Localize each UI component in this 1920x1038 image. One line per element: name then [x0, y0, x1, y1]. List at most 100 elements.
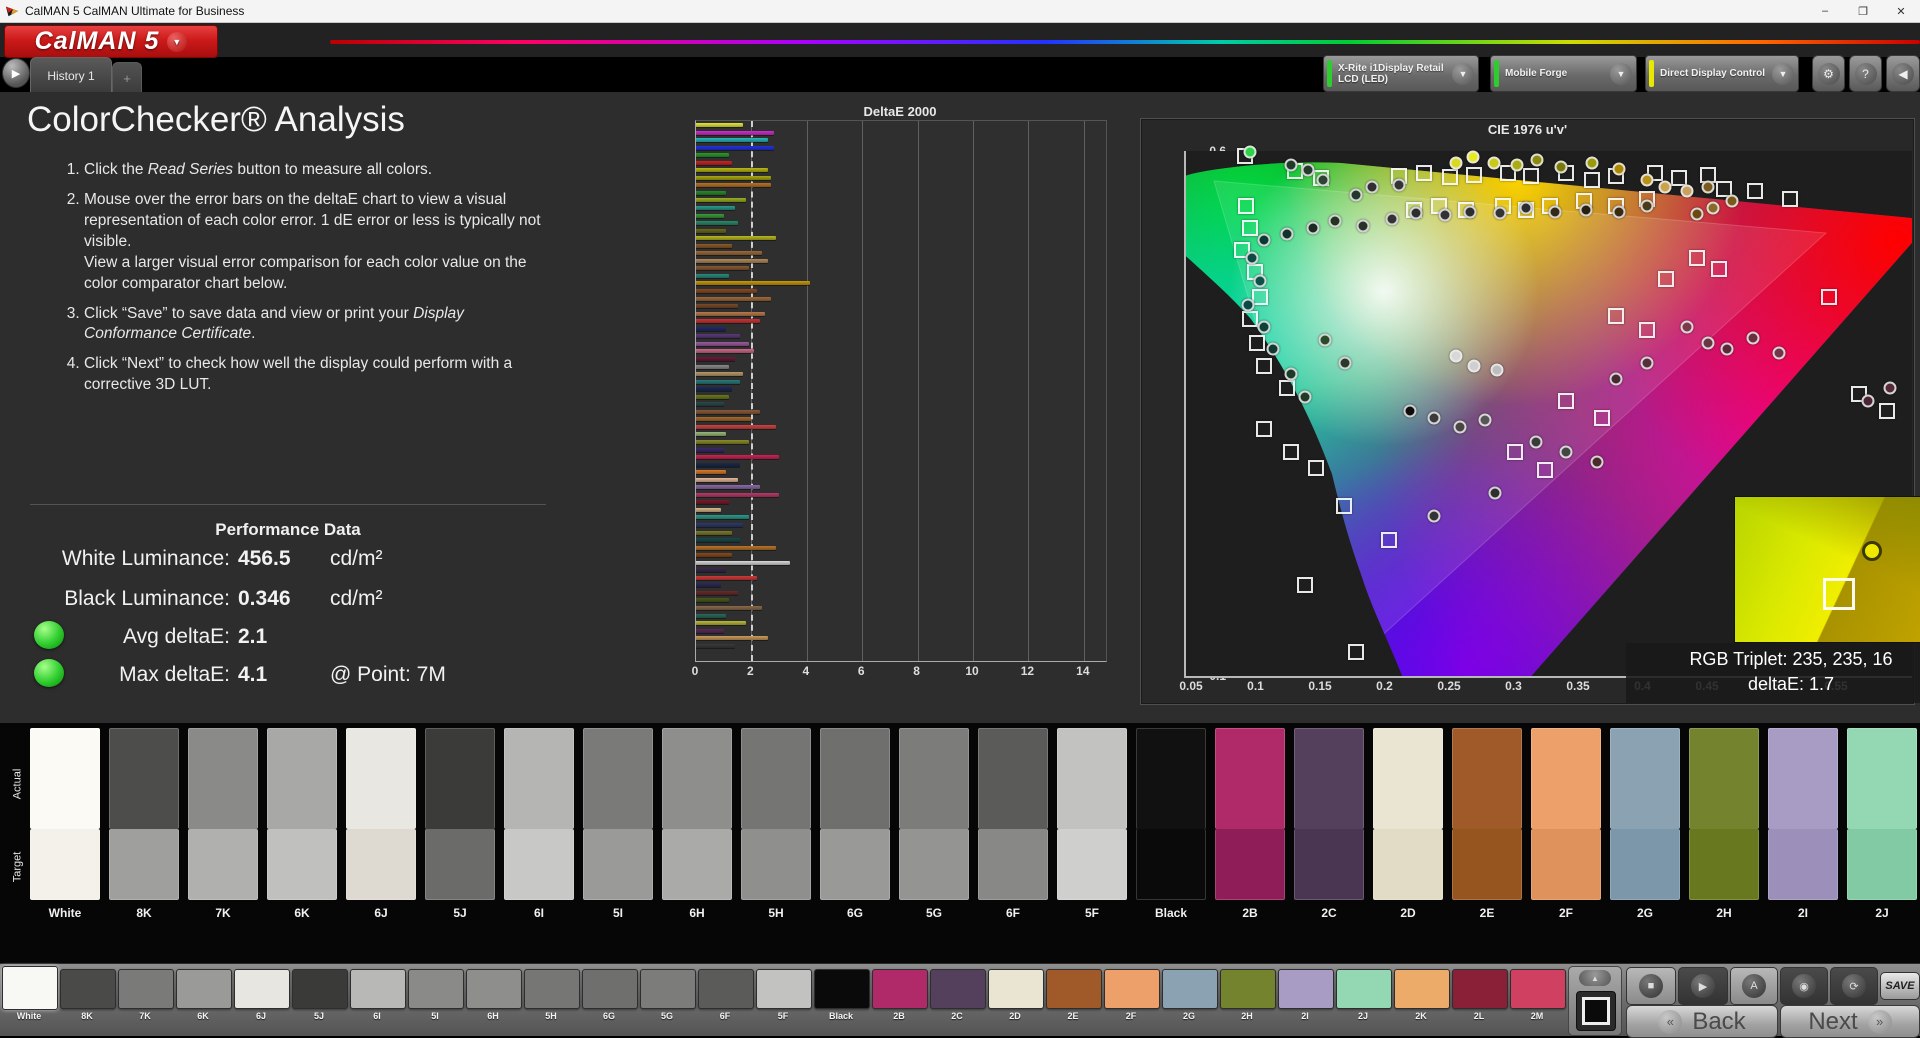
deltae-error-bar[interactable]	[696, 319, 760, 324]
pattern-up-button[interactable]: ▲	[1579, 970, 1611, 986]
deltae-error-bar[interactable]	[696, 606, 763, 610]
deltae-error-bar[interactable]	[696, 636, 769, 641]
deltae-error-bar[interactable]	[696, 356, 735, 361]
deltae-error-bar[interactable]	[696, 387, 732, 392]
deltae-error-bar[interactable]	[696, 530, 732, 535]
deltae-error-bar[interactable]	[696, 417, 752, 422]
deltae-error-bar[interactable]	[696, 289, 757, 294]
patch-button-5J[interactable]	[292, 969, 348, 1009]
deltae-error-bar[interactable]	[696, 273, 730, 278]
deltae-error-bar[interactable]	[696, 258, 769, 263]
save-button[interactable]: SAVE	[1880, 972, 1920, 1000]
deltae-error-bar[interactable]	[696, 492, 780, 497]
patch-button-White[interactable]	[2, 966, 58, 1010]
patch-button-2I[interactable]	[1278, 969, 1334, 1009]
deltae-error-bar[interactable]	[696, 349, 755, 354]
deltae-error-bar[interactable]	[696, 447, 724, 452]
deltae-error-bar[interactable]	[696, 598, 730, 603]
patch-button-2H[interactable]	[1220, 969, 1276, 1009]
back-button[interactable]: « Back	[1626, 1005, 1778, 1038]
deltae-error-bar[interactable]	[696, 522, 744, 527]
deltae-error-bar[interactable]	[696, 168, 769, 173]
patch-button-2D[interactable]	[988, 969, 1044, 1009]
patch-button-6K[interactable]	[176, 969, 232, 1009]
deltae-error-bar[interactable]	[696, 553, 732, 558]
deltae-error-bar[interactable]	[696, 590, 738, 595]
patch-button-2K[interactable]	[1394, 969, 1450, 1009]
deltae-error-bar[interactable]	[696, 326, 727, 331]
deltae-error-bar[interactable]	[696, 243, 732, 248]
deltae-error-bar[interactable]	[696, 213, 724, 218]
deltae-error-bar[interactable]	[696, 568, 727, 573]
deltae-error-bar[interactable]	[696, 439, 749, 444]
deltae-error-bar[interactable]	[696, 153, 730, 158]
deltae-error-bar[interactable]	[696, 424, 777, 429]
deltae-error-bar[interactable]	[696, 190, 727, 195]
patch-button-2F[interactable]	[1104, 969, 1160, 1009]
patch-button-2L[interactable]	[1452, 969, 1508, 1009]
deltae-error-bar[interactable]	[696, 251, 763, 256]
source-dropdown[interactable]: Mobile Forge ▼	[1490, 55, 1637, 92]
deltae-error-bar[interactable]	[696, 130, 774, 135]
deltae-error-bar[interactable]	[696, 515, 749, 520]
deltae-error-bar[interactable]	[696, 560, 791, 565]
deltae-error-bar[interactable]	[696, 394, 730, 399]
chevron-down-icon[interactable]: ▼	[1452, 62, 1474, 85]
help-button[interactable]: ?	[1849, 55, 1882, 92]
deltae-error-bar[interactable]	[696, 372, 744, 377]
deltae-error-bar[interactable]	[696, 470, 727, 475]
deltae-error-bar[interactable]	[696, 545, 777, 550]
patch-button-2E[interactable]	[1046, 969, 1102, 1009]
deltae-error-bar[interactable]	[696, 304, 738, 309]
patch-button-5G[interactable]	[640, 969, 696, 1009]
deltae-error-bar[interactable]	[696, 500, 730, 505]
auto-advance-button[interactable]: A	[1730, 967, 1778, 1005]
patch-button-8K[interactable]	[60, 969, 116, 1009]
patch-button-5I[interactable]	[408, 969, 464, 1009]
deltae-error-bar[interactable]	[696, 221, 738, 226]
add-tab-button[interactable]: +	[112, 62, 142, 93]
deltae-error-bar[interactable]	[696, 402, 724, 407]
patch-button-6H[interactable]	[466, 969, 522, 1009]
patch-button-5F[interactable]	[756, 969, 812, 1009]
deltae-error-bar[interactable]	[696, 311, 766, 316]
pattern-window-button[interactable]	[1576, 991, 1616, 1031]
deltae-error-bar[interactable]	[696, 198, 746, 203]
read-series-button[interactable]: ⟳	[1830, 967, 1878, 1005]
deltae-error-bar[interactable]	[696, 485, 760, 490]
display-control-dropdown[interactable]: Direct Display Control ▼	[1645, 55, 1799, 92]
deltae-error-bar[interactable]	[696, 507, 721, 512]
deltae-error-bar[interactable]	[696, 123, 744, 127]
stop-button[interactable]: ■	[1626, 967, 1676, 1005]
patch-button-6G[interactable]	[582, 969, 638, 1009]
deltae-error-bar[interactable]	[696, 643, 735, 648]
patch-button-6F[interactable]	[698, 969, 754, 1009]
maximize-button[interactable]: ❐	[1844, 0, 1882, 22]
deltae-error-bar[interactable]	[696, 160, 732, 165]
calman-logo-menu[interactable]: CalMAN 5 ▼	[4, 25, 218, 58]
chevron-down-icon[interactable]: ▼	[1610, 62, 1632, 85]
deltae-error-bar[interactable]	[696, 575, 757, 580]
patch-button-6J[interactable]	[234, 969, 290, 1009]
patch-button-Black[interactable]	[814, 969, 870, 1009]
deltae-error-bar[interactable]	[696, 183, 771, 188]
deltae-error-bar[interactable]	[696, 628, 724, 633]
deltae-error-bar[interactable]	[696, 583, 721, 588]
deltae-error-bar[interactable]	[696, 266, 749, 271]
deltae-error-bar[interactable]	[696, 621, 746, 626]
deltae-error-bar[interactable]	[696, 296, 771, 301]
close-button[interactable]: ✕	[1882, 0, 1920, 22]
deltae-error-bar[interactable]	[696, 341, 749, 346]
patch-button-6I[interactable]	[350, 969, 406, 1009]
deltae-error-bar[interactable]	[696, 138, 769, 143]
deltae-error-bar[interactable]	[696, 364, 730, 369]
patch-button-5H[interactable]	[524, 969, 580, 1009]
deltae-error-bar[interactable]	[696, 206, 735, 211]
deltae-error-bar[interactable]	[696, 334, 741, 339]
deltae-error-bar[interactable]	[696, 145, 774, 150]
collapse-panel-button[interactable]: ◀	[1886, 55, 1920, 92]
minimize-button[interactable]: –	[1806, 0, 1844, 22]
next-button[interactable]: Next »	[1780, 1005, 1920, 1038]
patch-button-7K[interactable]	[118, 969, 174, 1009]
settings-button[interactable]: ⚙	[1812, 55, 1845, 92]
